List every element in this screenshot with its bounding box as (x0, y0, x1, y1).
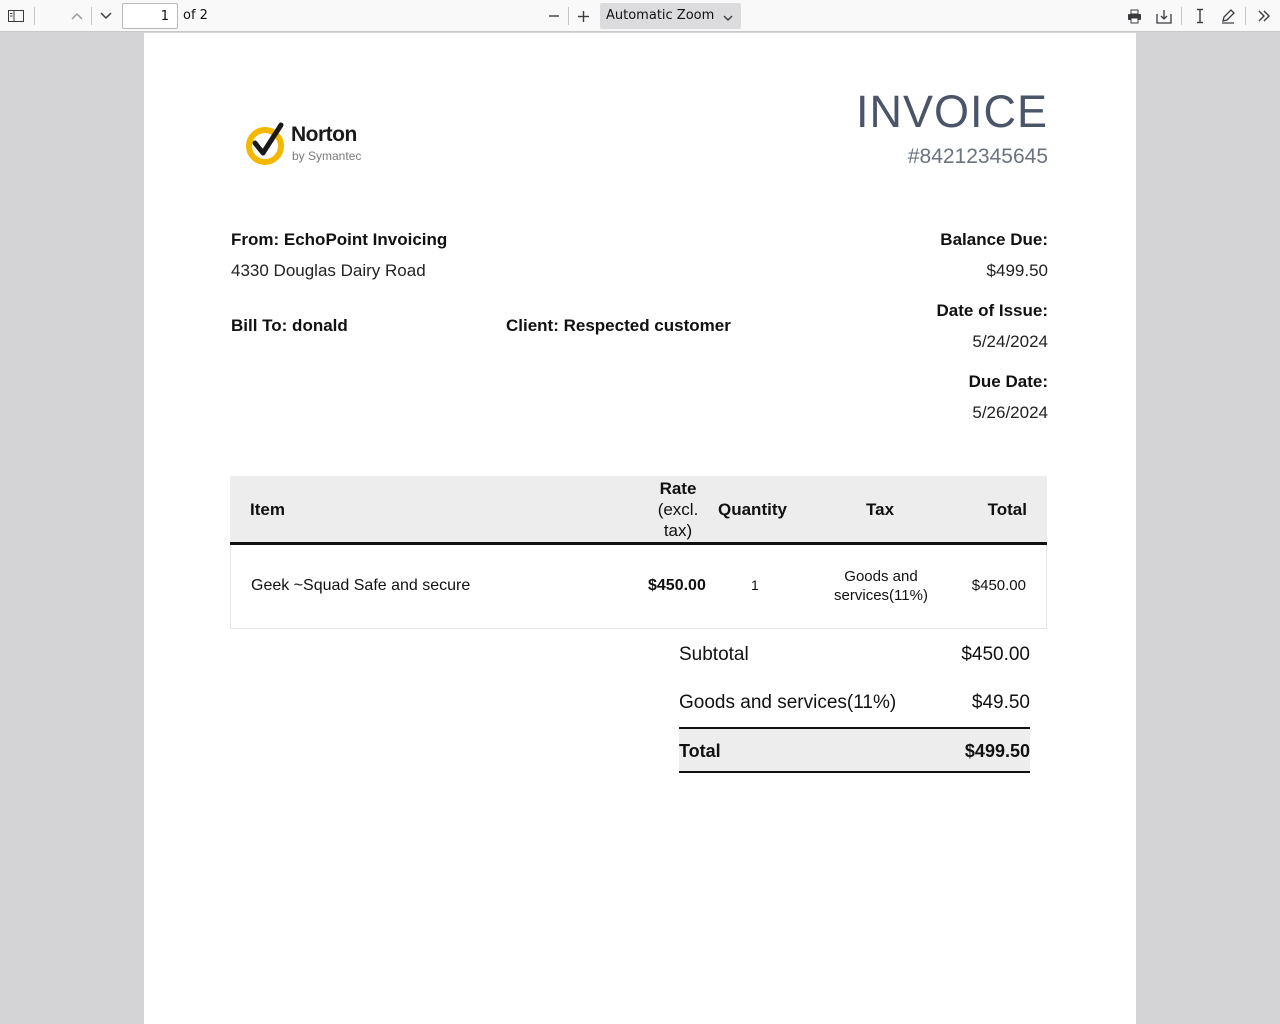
sidebar-toggle-icon[interactable] (4, 6, 28, 26)
total-label: Total (679, 741, 721, 761)
invoice-number: #84212345645 (907, 145, 1048, 168)
col-rate-line3: tax) (663, 521, 693, 540)
total-value: $499.50 (964, 741, 1030, 761)
tax-row: Goods and services(11%) $49.50 (679, 678, 1030, 726)
col-tax: Tax (866, 500, 895, 519)
row-item: Geek ~Squad Safe and secure (251, 577, 471, 594)
logo-brand: Norton (291, 123, 357, 146)
date-of-issue-value: 5/24/2024 (972, 332, 1048, 351)
row-rate: $450.00 (648, 577, 706, 594)
subtotal-value: $450.00 (961, 644, 1030, 665)
zoom-in-icon[interactable] (572, 6, 594, 26)
table-header: Item Rate (excl. tax) Quantity Tax Total (230, 476, 1047, 545)
col-rate-line2: (excl. (657, 500, 699, 519)
toolbar-divider (34, 7, 35, 25)
from-label: From: EchoPoint Invoicing (231, 230, 448, 249)
col-total: Total (987, 500, 1027, 519)
row-tax-line1: Goods and (844, 568, 918, 585)
balance-due-label: Balance Due: (940, 230, 1048, 249)
total-row: Total $499.50 (679, 727, 1030, 773)
col-rate: Rate (excl. tax) (650, 478, 706, 541)
from-address: 4330 Douglas Dairy Road (231, 261, 426, 280)
row-quantity: 1 (751, 577, 759, 593)
line-items-table: Item Rate (excl. tax) Quantity Tax Total… (230, 476, 1047, 629)
tax-label: Goods and services(11%) (679, 692, 897, 713)
toolbar-divider (568, 7, 569, 25)
toolbar-divider (1181, 7, 1182, 25)
subtotal-label: Subtotal (679, 644, 749, 665)
due-date-label: Due Date: (968, 372, 1048, 391)
norton-logo: Norton by Symantec (245, 119, 370, 169)
page-number-input[interactable] (122, 3, 178, 29)
balance-due-value: $499.50 (986, 261, 1048, 280)
bill-to: Bill To: donald (231, 316, 348, 335)
totals-block: Subtotal $450.00 Goods and services(11%)… (679, 630, 1030, 773)
zoom-select-value: Automatic Zoom (606, 8, 715, 23)
subtotal-row: Subtotal $450.00 (679, 630, 1030, 678)
due-date-value: 5/26/2024 (972, 403, 1048, 422)
toolbar-divider (1245, 7, 1246, 25)
tax-value: $49.50 (971, 692, 1030, 713)
zoom-select[interactable]: Automatic Zoom (600, 3, 741, 29)
norton-check-icon (246, 122, 284, 165)
toolbar-divider (91, 7, 92, 25)
row-tax-line2: services(11%) (834, 587, 928, 604)
col-rate-line1: Rate (659, 479, 697, 498)
chevron-down-icon (723, 11, 733, 26)
zoom-out-icon[interactable] (543, 6, 565, 26)
row-total: $450.00 (971, 577, 1026, 594)
download-icon[interactable] (1153, 6, 1175, 26)
client-label: Client: Respected customer (506, 316, 731, 335)
more-tools-icon[interactable] (1253, 6, 1275, 26)
print-icon[interactable] (1123, 6, 1145, 26)
page-count-label: of 2 (183, 8, 208, 23)
table-row: Geek ~Squad Safe and secure $450.00 1 Go… (230, 545, 1047, 629)
text-cursor-icon[interactable] (1189, 6, 1211, 26)
row-tax: Goods and services(11%) (826, 567, 936, 605)
draw-icon[interactable] (1217, 6, 1239, 26)
col-quantity: Quantity (718, 500, 787, 519)
col-item: Item (250, 500, 285, 519)
pdf-toolbar: of 2 Automatic Zoom (0, 0, 1280, 32)
previous-page-icon[interactable] (66, 6, 88, 26)
invoice-title: INVOICE (855, 86, 1048, 137)
logo-sub: by Symantec (292, 149, 362, 163)
next-page-icon[interactable] (95, 6, 117, 26)
pdf-page: Norton by Symantec INVOICE #84212345645 … (144, 33, 1136, 1024)
date-of-issue-label: Date of Issue: (936, 301, 1048, 320)
